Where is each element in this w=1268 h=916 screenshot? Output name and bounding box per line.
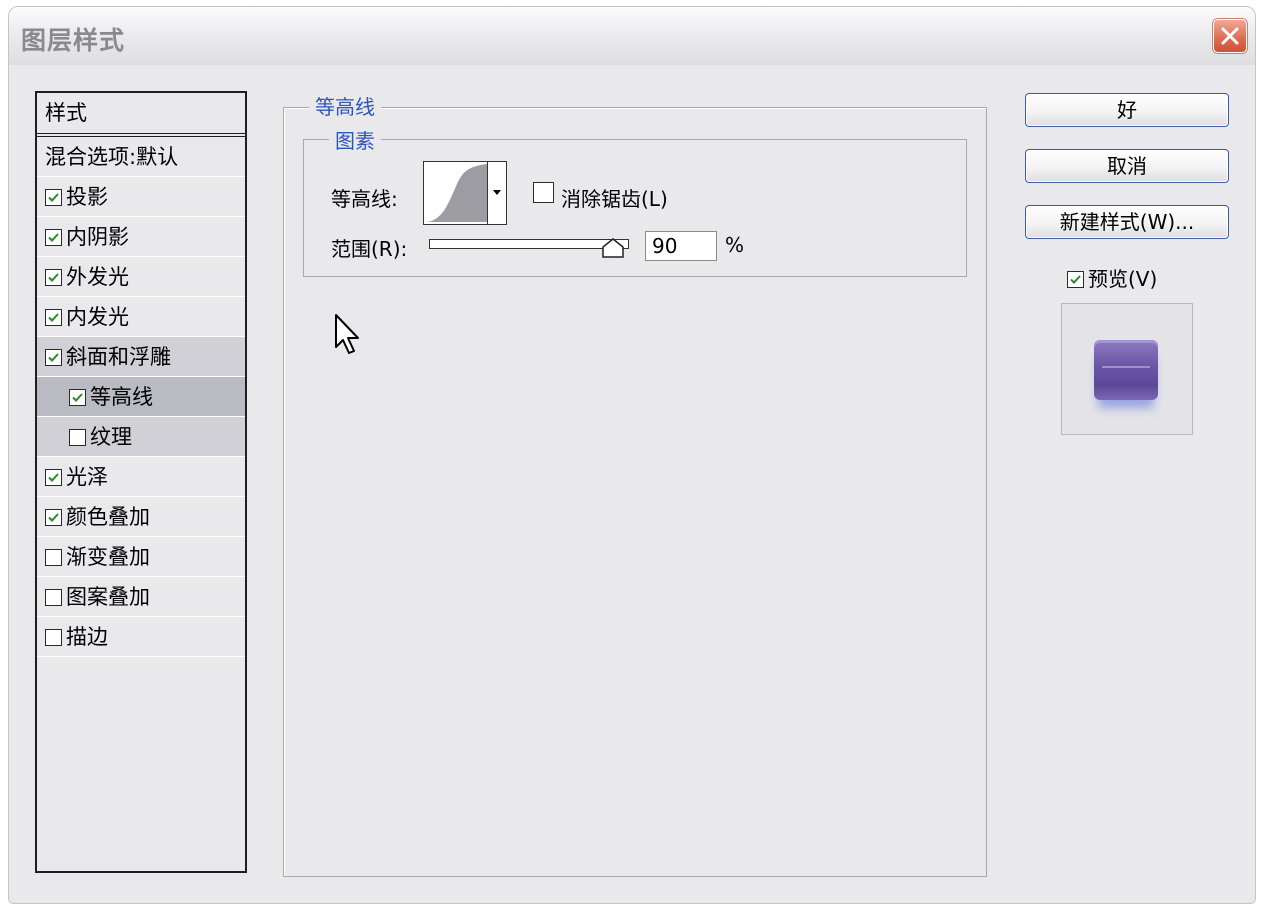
contour-label: 等高线: xyxy=(331,187,398,211)
window-title: 图层样式 xyxy=(21,26,126,55)
style-item-label: 图案叠加 xyxy=(66,585,150,609)
checkmark-icon xyxy=(48,473,59,482)
style-item-label: 等高线 xyxy=(90,385,153,409)
dialog-body: 样式 混合选项:默认 投影 内阴影 外发光 内发光 斜面和浮雕 等高线 纹理 光… xyxy=(9,65,1255,903)
cancel-button[interactable]: 取消 xyxy=(1025,149,1229,183)
style-preview xyxy=(1061,303,1193,435)
inner-glow-checkbox[interactable] xyxy=(45,309,62,326)
preview-toggle[interactable]: 预览(V) xyxy=(1067,263,1157,292)
close-icon xyxy=(1221,27,1239,45)
style-item-label: 内阴影 xyxy=(66,225,129,249)
checkmark-icon xyxy=(48,313,59,322)
satin-checkbox[interactable] xyxy=(45,469,62,486)
style-item-contour[interactable]: 等高线 xyxy=(37,377,245,417)
checkmark-icon xyxy=(48,233,59,242)
checkmark-icon xyxy=(48,513,59,522)
inner-shadow-checkbox[interactable] xyxy=(45,229,62,246)
style-item-label: 斜面和浮雕 xyxy=(66,345,171,369)
contour-dropdown[interactable] xyxy=(487,162,506,224)
checkmark-icon xyxy=(48,273,59,282)
checkmark-icon xyxy=(48,193,59,202)
preview-swatch xyxy=(1094,340,1158,400)
stroke-checkbox[interactable] xyxy=(45,629,62,646)
style-item-label: 内发光 xyxy=(66,305,129,329)
style-list: 样式 混合选项:默认 投影 内阴影 外发光 内发光 斜面和浮雕 等高线 纹理 光… xyxy=(35,91,247,873)
style-item-inner-shadow[interactable]: 内阴影 xyxy=(37,217,245,257)
range-unit: % xyxy=(725,233,745,257)
style-item-inner-glow[interactable]: 内发光 xyxy=(37,297,245,337)
range-label: 范围(R): xyxy=(331,237,408,261)
style-item-label: 外发光 xyxy=(66,265,129,289)
ok-button[interactable]: 好 xyxy=(1025,93,1229,127)
range-slider[interactable] xyxy=(429,239,629,249)
style-item-color-overlay[interactable]: 颜色叠加 xyxy=(37,497,245,537)
style-item-pattern-overlay[interactable]: 图案叠加 xyxy=(37,577,245,617)
preview-checkbox[interactable] xyxy=(1067,271,1084,288)
style-item-drop-shadow[interactable]: 投影 xyxy=(37,177,245,217)
new-style-button[interactable]: 新建样式(W)... xyxy=(1025,205,1229,239)
style-item-satin[interactable]: 光泽 xyxy=(37,457,245,497)
slider-thumb[interactable] xyxy=(601,237,625,261)
title-bar[interactable]: 图层样式 xyxy=(9,7,1255,66)
texture-checkbox[interactable] xyxy=(69,429,86,446)
mouse-pointer-icon xyxy=(335,314,359,354)
style-item-label: 颜色叠加 xyxy=(66,505,150,529)
preview-label: 预览(V) xyxy=(1088,267,1158,291)
drop-shadow-checkbox[interactable] xyxy=(45,189,62,206)
style-item-bevel-emboss[interactable]: 斜面和浮雕 xyxy=(37,337,245,377)
contour-checkbox[interactable] xyxy=(69,389,86,406)
checkmark-icon xyxy=(1070,275,1081,284)
layer-style-dialog: 图层样式 样式 混合选项:默认 投影 内阴影 外发光 内发光 斜面和浮雕 等高线… xyxy=(8,6,1256,904)
style-list-header[interactable]: 样式 xyxy=(37,93,245,137)
style-item-label: 渐变叠加 xyxy=(66,545,150,569)
elements-group-title: 图素 xyxy=(329,125,381,154)
contour-picker[interactable] xyxy=(423,161,507,225)
style-item-texture[interactable]: 纹理 xyxy=(37,417,245,457)
bevel-emboss-checkbox[interactable] xyxy=(45,349,62,366)
checkmark-icon xyxy=(72,393,83,402)
style-item-stroke[interactable]: 描边 xyxy=(37,617,245,657)
style-item-label: 纹理 xyxy=(90,425,132,449)
contour-curve-icon xyxy=(427,164,487,222)
range-input[interactable] xyxy=(645,231,717,261)
contour-group-title: 等高线 xyxy=(309,91,381,120)
antialias-checkbox[interactable] xyxy=(533,182,554,203)
style-item-label: 光泽 xyxy=(66,465,108,489)
gradient-overlay-checkbox[interactable] xyxy=(45,549,62,566)
outer-glow-checkbox[interactable] xyxy=(45,269,62,286)
style-item-blending-options[interactable]: 混合选项:默认 xyxy=(37,137,245,177)
style-item-label: 混合选项:默认 xyxy=(45,145,179,169)
style-item-label: 描边 xyxy=(66,625,108,649)
style-item-outer-glow[interactable]: 外发光 xyxy=(37,257,245,297)
style-item-label: 投影 xyxy=(66,185,108,209)
close-button[interactable] xyxy=(1213,19,1247,53)
checkmark-icon xyxy=(48,353,59,362)
pattern-overlay-checkbox[interactable] xyxy=(45,589,62,606)
antialias-label: 消除锯齿(L) xyxy=(561,187,668,211)
color-overlay-checkbox[interactable] xyxy=(45,509,62,526)
chevron-down-icon xyxy=(493,190,501,195)
style-item-gradient-overlay[interactable]: 渐变叠加 xyxy=(37,537,245,577)
